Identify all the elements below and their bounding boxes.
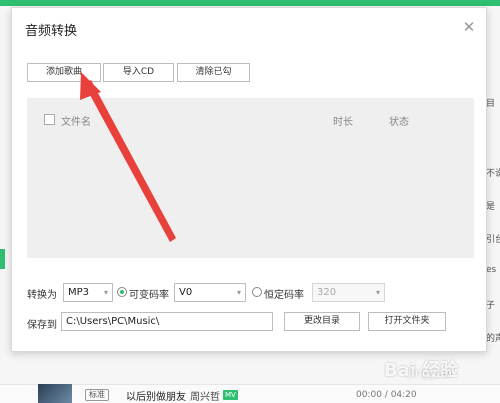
quality-tag[interactable]: 标准 bbox=[85, 389, 109, 401]
bg-list-fragment: 不说 bbox=[486, 169, 500, 179]
dialog-title: 音频转换 bbox=[25, 24, 78, 39]
mv-badge[interactable]: MV bbox=[223, 390, 238, 400]
song-title[interactable]: 以后别做朋友 bbox=[126, 388, 186, 403]
bg-list-fragment: 子 bbox=[486, 301, 496, 311]
save-path-input[interactable] bbox=[61, 312, 273, 331]
bg-list-fragment: 目 bbox=[486, 99, 496, 109]
close-icon[interactable]: ✕ bbox=[462, 20, 476, 35]
album-thumbnail bbox=[38, 384, 72, 403]
file-list[interactable]: 文件名 时长 状态 bbox=[27, 98, 474, 258]
clear-checked-button[interactable]: 清除已勾 bbox=[177, 63, 250, 82]
format-select-value: MP3 bbox=[68, 287, 90, 298]
select-all-checkbox[interactable] bbox=[44, 114, 55, 125]
convert-to-label: 转换为 bbox=[27, 290, 57, 301]
vbr-select-value: V0 bbox=[179, 287, 193, 298]
bg-list-fragment: 引台 bbox=[486, 235, 500, 245]
column-header-status: 状态 bbox=[389, 117, 409, 128]
column-header-duration: 时长 bbox=[333, 117, 353, 128]
chevron-down-icon: ▾ bbox=[236, 288, 241, 297]
vbr-radio[interactable] bbox=[117, 287, 127, 297]
change-directory-button[interactable]: 更改目录 bbox=[284, 312, 360, 331]
vbr-label[interactable]: 可变码率 bbox=[129, 286, 169, 301]
format-select[interactable]: MP3 ▾ bbox=[63, 283, 113, 302]
save-to-label: 保存到 bbox=[27, 320, 57, 331]
column-header-filename: 文件名 bbox=[61, 117, 91, 128]
bg-song-row[interactable] bbox=[0, 384, 500, 403]
baidu-watermark-sub: jingyan bbox=[408, 366, 452, 380]
chevron-down-icon: ▾ bbox=[375, 288, 380, 297]
cbr-select-value: 320 bbox=[317, 287, 337, 298]
cbr-label[interactable]: 恒定码率 bbox=[264, 286, 304, 301]
app-top-bar bbox=[0, 0, 500, 6]
cbr-select[interactable]: 320 ▾ bbox=[312, 283, 385, 302]
audio-convert-dialog: 音频转换 ✕ 添加歌曲 导入CD 清除已勾 文件名 时长 状态 转换为 MP3 … bbox=[11, 7, 487, 352]
import-cd-button[interactable]: 导入CD bbox=[103, 63, 174, 82]
bg-list-fragment: 是 bbox=[486, 202, 496, 212]
bg-list-fragment: es I bbox=[486, 265, 500, 275]
add-song-button[interactable]: 添加歌曲 bbox=[27, 63, 101, 82]
vbr-select[interactable]: V0 ▾ bbox=[174, 283, 246, 302]
sidebar-active-indicator bbox=[0, 249, 5, 269]
open-folder-button[interactable]: 打开文件夹 bbox=[368, 312, 446, 331]
song-artist[interactable]: 周兴哲 bbox=[190, 388, 220, 403]
bg-list-fragment: 的声 bbox=[486, 334, 500, 344]
song-time: 00:00 / 04:20 bbox=[356, 390, 417, 400]
cbr-radio[interactable] bbox=[252, 287, 262, 297]
chevron-down-icon: ▾ bbox=[103, 288, 108, 297]
